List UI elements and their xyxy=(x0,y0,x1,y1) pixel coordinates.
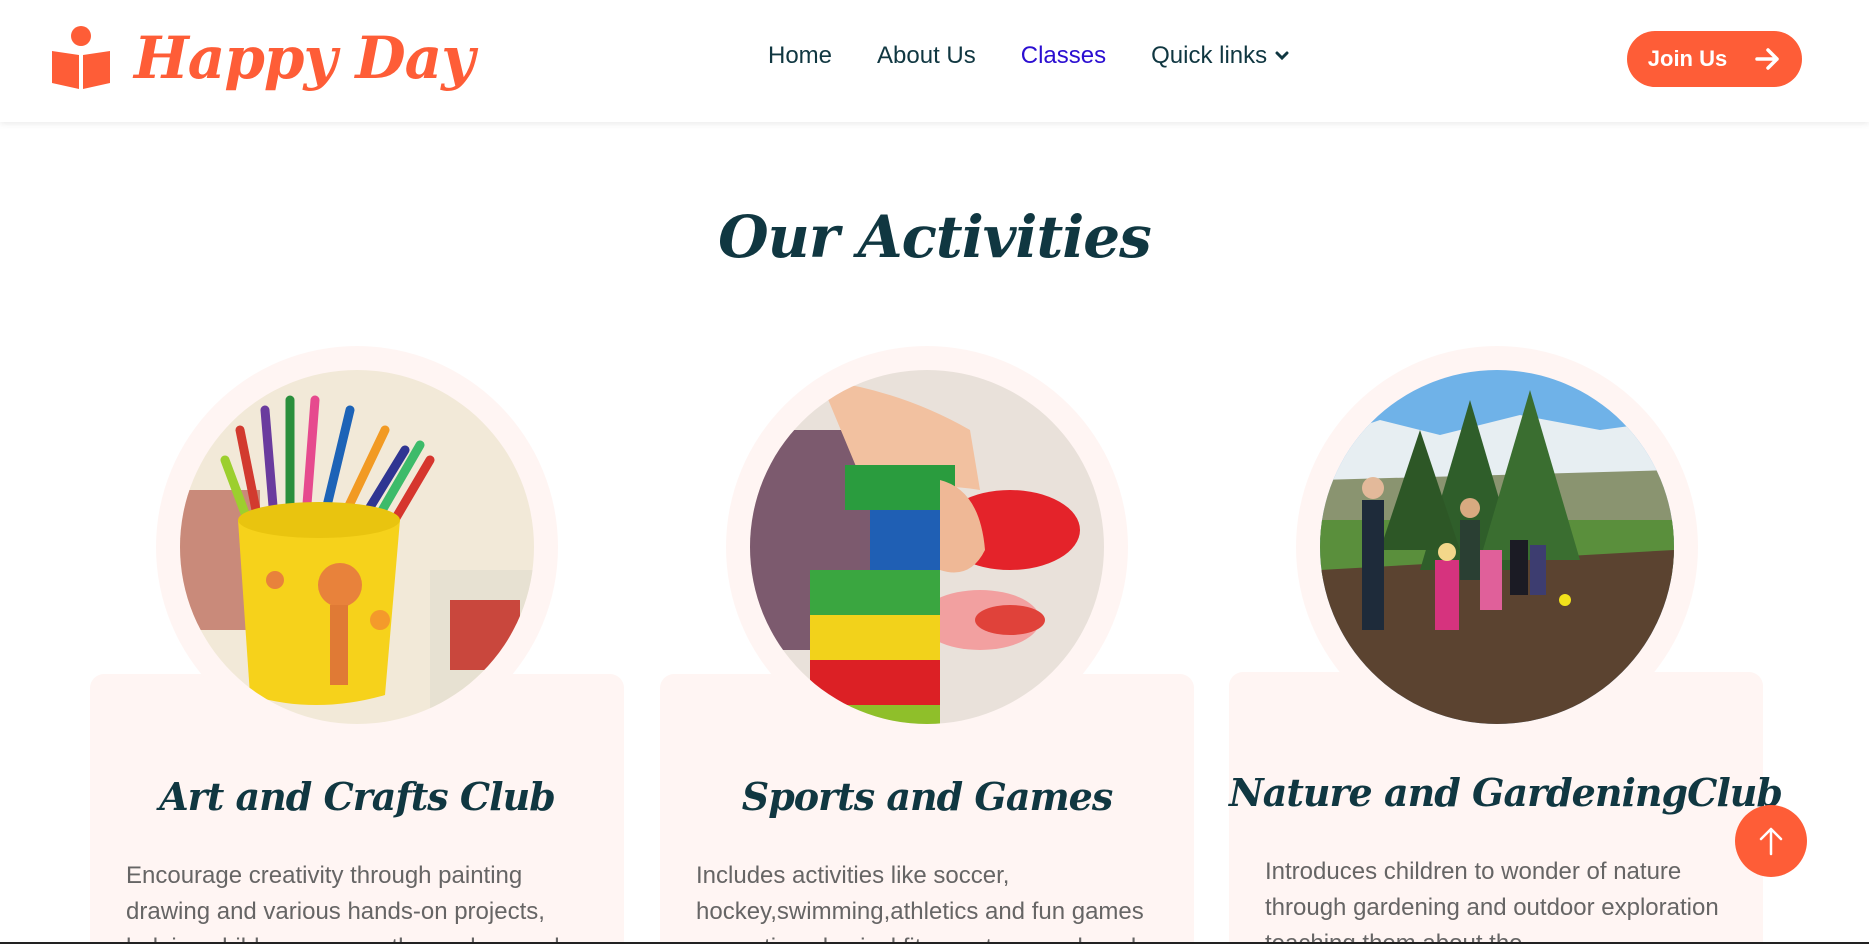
site-header: Happy Day Home About Us Classes Quick li… xyxy=(0,0,1869,122)
pencils-cup-photo xyxy=(180,370,534,724)
activity-description: Introduces children to wonder of nature … xyxy=(1265,858,1719,944)
main-nav: Home About Us Classes Quick links xyxy=(768,42,1289,70)
children-gardening-photo xyxy=(1320,370,1674,724)
arrow-up-icon xyxy=(1759,827,1783,856)
activity-image-ring xyxy=(1296,346,1698,748)
building-blocks-photo xyxy=(750,370,1104,724)
join-us-label: Join Us xyxy=(1647,46,1728,71)
section-title: Our Activities xyxy=(718,203,1152,271)
activity-description: Includes activities like soccer, hockey,… xyxy=(696,862,1144,944)
book-person-icon xyxy=(52,26,110,89)
arrow-right-icon xyxy=(1755,48,1779,70)
activity-image-ring xyxy=(726,346,1128,748)
back-to-top-button[interactable] xyxy=(1735,805,1807,877)
chevron-down-icon xyxy=(1275,51,1289,61)
nav-quick-links[interactable]: Quick links xyxy=(1151,42,1289,70)
activity-description: Encourage creativity through painting dr… xyxy=(126,862,560,944)
activity-title: Sports and Games xyxy=(741,774,1113,819)
join-us-button[interactable]: Join Us xyxy=(1627,31,1802,87)
nav-about-us[interactable]: About Us xyxy=(877,42,976,70)
nav-home[interactable]: Home xyxy=(768,42,832,70)
activity-image-ring xyxy=(156,346,558,748)
activity-title: Nature and GardeningClub xyxy=(1229,770,1783,815)
brand-name: Happy Day xyxy=(134,24,475,92)
brand-logo[interactable]: Happy Day xyxy=(50,24,475,92)
nav-classes[interactable]: Classes xyxy=(1021,42,1106,70)
activity-title: Art and Crafts Club xyxy=(159,774,556,819)
nav-quick-links-label: Quick links xyxy=(1151,42,1268,69)
